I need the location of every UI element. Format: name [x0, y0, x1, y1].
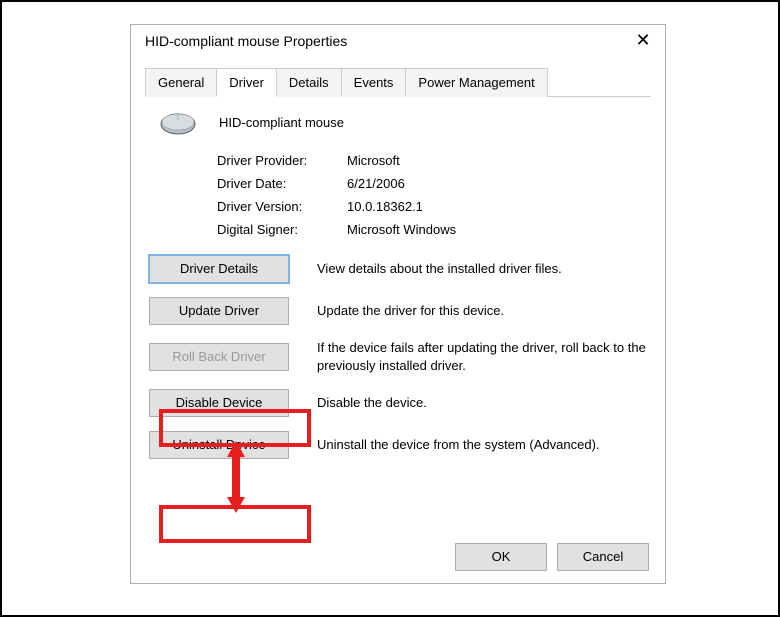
version-label: Driver Version:: [217, 199, 347, 214]
date-value: 6/21/2006: [347, 176, 647, 191]
window-title: HID-compliant mouse Properties: [145, 33, 347, 49]
tab-details[interactable]: Details: [276, 68, 342, 97]
device-header: HID-compliant mouse: [149, 105, 647, 143]
version-value: 10.0.18362.1: [347, 199, 647, 214]
update-driver-desc: Update the driver for this device.: [317, 302, 647, 320]
info-row-version: Driver Version: 10.0.18362.1: [217, 199, 647, 214]
date-label: Driver Date:: [217, 176, 347, 191]
row-disable-device: Disable Device Disable the device.: [149, 389, 647, 417]
tab-power-management[interactable]: Power Management: [405, 68, 547, 97]
signer-value: Microsoft Windows: [347, 222, 647, 237]
driver-info: Driver Provider: Microsoft Driver Date: …: [217, 153, 647, 237]
close-button[interactable]: ✕: [635, 33, 651, 49]
highlight-uninstall: [159, 505, 311, 543]
tab-events[interactable]: Events: [341, 68, 407, 97]
provider-value: Microsoft: [347, 153, 647, 168]
driver-details-desc: View details about the installed driver …: [317, 260, 647, 278]
row-uninstall-device: Uninstall Device Uninstall the device fr…: [149, 431, 647, 459]
driver-details-button[interactable]: Driver Details: [149, 255, 289, 283]
info-row-date: Driver Date: 6/21/2006: [217, 176, 647, 191]
disable-device-desc: Disable the device.: [317, 394, 647, 412]
tab-general[interactable]: General: [145, 68, 217, 97]
roll-back-driver-desc: If the device fails after updating the d…: [317, 339, 647, 375]
signer-label: Digital Signer:: [217, 222, 347, 237]
uninstall-device-button[interactable]: Uninstall Device: [149, 431, 289, 459]
tabs-area: General Driver Details Events Power Mana…: [131, 55, 665, 97]
info-row-provider: Driver Provider: Microsoft: [217, 153, 647, 168]
update-driver-button[interactable]: Update Driver: [149, 297, 289, 325]
row-roll-back-driver: Roll Back Driver If the device fails aft…: [149, 339, 647, 375]
dialog-footer: OK Cancel: [455, 543, 649, 571]
properties-dialog: HID-compliant mouse Properties ✕ General…: [130, 24, 666, 584]
canvas: HID-compliant mouse Properties ✕ General…: [0, 0, 780, 617]
titlebar: HID-compliant mouse Properties ✕: [131, 25, 665, 55]
device-name: HID-compliant mouse: [219, 115, 344, 130]
cancel-button[interactable]: Cancel: [557, 543, 649, 571]
row-update-driver: Update Driver Update the driver for this…: [149, 297, 647, 325]
info-row-signer: Digital Signer: Microsoft Windows: [217, 222, 647, 237]
tab-row: General Driver Details Events Power Mana…: [145, 67, 651, 97]
mouse-icon: [159, 111, 197, 133]
roll-back-driver-button[interactable]: Roll Back Driver: [149, 343, 289, 371]
tab-driver[interactable]: Driver: [216, 68, 277, 97]
uninstall-device-desc: Uninstall the device from the system (Ad…: [317, 436, 647, 454]
tab-content: HID-compliant mouse Driver Provider: Mic…: [131, 97, 665, 483]
provider-label: Driver Provider:: [217, 153, 347, 168]
ok-button[interactable]: OK: [455, 543, 547, 571]
row-driver-details: Driver Details View details about the in…: [149, 255, 647, 283]
disable-device-button[interactable]: Disable Device: [149, 389, 289, 417]
